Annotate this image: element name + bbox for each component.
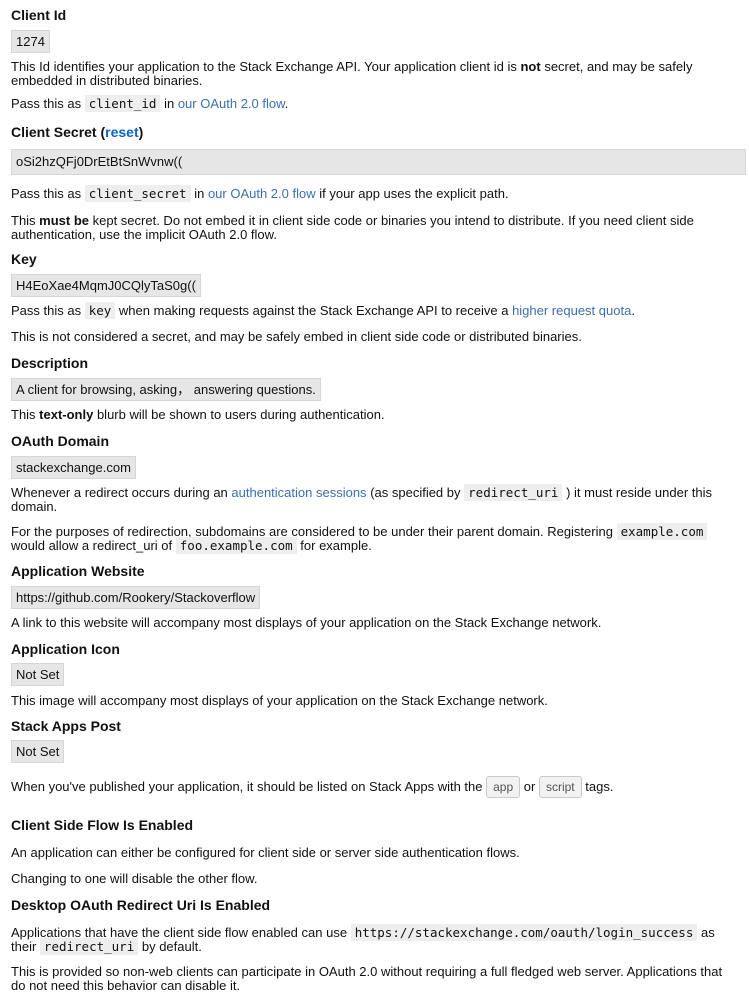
icon-note: This image will accompany most displays …	[11, 693, 548, 708]
description-heading: Description	[11, 355, 89, 371]
oauth-domain-redirect-note: Whenever a redirect occurs during an aut…	[11, 484, 713, 514]
example-com-code: example.com	[616, 523, 708, 540]
authentication-sessions-link[interactable]: authentication sessions	[231, 485, 366, 500]
client-secret-warning: This must be kept secret. Do not embed i…	[11, 213, 694, 242]
client-id-value: 1274	[11, 30, 50, 53]
login-success-url-code: https://stackexchange.com/oauth/login_su…	[350, 924, 698, 941]
description-note: This text-only blurb will be shown to us…	[11, 407, 385, 422]
client-id-code: client_id	[84, 95, 161, 112]
oauth-flow-link[interactable]: our OAuth 2.0 flow	[208, 186, 316, 201]
stack-apps-note: When you've published your application, …	[11, 776, 613, 798]
key-note: This is not considered a secret, and may…	[11, 329, 582, 344]
client-id-description: This Id identifies your application to t…	[11, 59, 693, 88]
desktop-redirect-note-2: This is provided so non-web clients can …	[11, 964, 723, 993]
redirect-uri-code: redirect_uri	[39, 937, 139, 955]
redirect-uri-code: redirect_uri	[464, 484, 563, 501]
client-side-note-1: An application can either be configured …	[11, 845, 520, 860]
higher-request-quota-link[interactable]: higher request quota	[512, 303, 631, 318]
client-secret-heading: Client Secret (reset)	[11, 124, 144, 140]
stack-apps-value: Not Set	[11, 740, 65, 763]
client-secret-value: oSi2hzQFj0DrEtBtSnWvnw((	[11, 149, 746, 175]
website-value: https://github.com/Rookery/Stackoverflow	[11, 586, 261, 609]
tag-app[interactable]: app	[486, 776, 521, 798]
oauth-domain-subdomain-note: For the purposes of redirection, subdoma…	[11, 523, 731, 554]
oauth-flow-link[interactable]: our OAuth 2.0 flow	[178, 96, 285, 111]
website-heading: Application Website	[11, 563, 145, 579]
stack-apps-heading: Stack Apps Post	[11, 718, 121, 734]
client-secret-code: client_secret	[84, 185, 191, 202]
client-secret-pass-note: Pass this as client_secret in our OAuth …	[11, 185, 509, 202]
tag-script[interactable]: script	[538, 776, 582, 798]
key-value: H4EoXae4MqmJ0CQlyTaS0g((	[11, 274, 201, 297]
icon-value: Not Set	[11, 663, 65, 686]
client-id-heading: Client Id	[11, 7, 67, 23]
key-code: key	[84, 302, 116, 319]
client-side-heading: Client Side Flow Is Enabled	[11, 817, 194, 833]
key-heading: Key	[11, 251, 37, 267]
description-value: A client for browsing, asking， answering…	[11, 378, 321, 401]
desktop-redirect-note-1: Applications that have the client side f…	[11, 924, 715, 955]
oauth-domain-heading: OAuth Domain	[11, 433, 109, 449]
icon-heading: Application Icon	[11, 641, 120, 657]
client-side-note-2: Changing to one will disable the other f…	[11, 871, 258, 886]
foo-example-com-code: foo.example.com	[175, 536, 297, 554]
oauth-domain-value: stackexchange.com	[11, 456, 136, 479]
reset-secret-link[interactable]: reset	[105, 124, 138, 140]
key-pass-note: Pass this as key when making requests ag…	[11, 302, 635, 319]
client-id-pass-note: Pass this as client_id in our OAuth 2.0 …	[11, 95, 289, 112]
desktop-redirect-heading: Desktop OAuth Redirect Uri Is Enabled	[11, 897, 271, 913]
website-note: A link to this website will accompany mo…	[11, 615, 602, 630]
